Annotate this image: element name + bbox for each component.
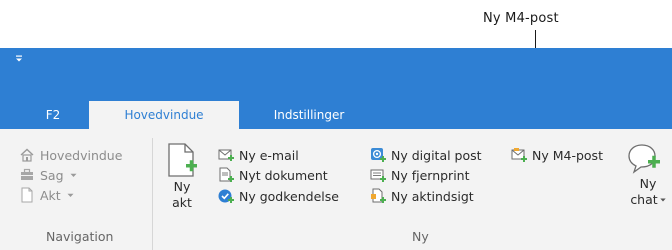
new-approval-label: Ny godkendelse — [239, 188, 339, 204]
new-chat-button[interactable]: Ny chat — [624, 142, 672, 208]
chevron-down-icon — [70, 173, 77, 177]
remote-print-icon — [370, 169, 386, 182]
chevron-down-icon — [67, 193, 74, 197]
document-icon — [21, 187, 33, 203]
email-icon — [218, 149, 234, 161]
approval-icon — [218, 189, 234, 203]
group-separator — [152, 138, 153, 250]
nav-akt-label: Akt — [40, 187, 61, 203]
new-chat-label-line2: chat — [630, 192, 658, 207]
new-digital-post-button[interactable]: Ny digital post — [370, 145, 482, 165]
new-approval-button[interactable]: Ny godkendelse — [218, 186, 339, 206]
m4-post-icon — [511, 148, 527, 162]
new-act-label-line2: akt — [172, 195, 192, 210]
new-act-label-line1: Ny — [173, 179, 191, 194]
home-icon — [20, 148, 34, 162]
nav-sag-label: Sag — [40, 167, 64, 183]
digital-post-icon — [371, 148, 386, 162]
new-access-request-button[interactable]: Ny aktindsigt — [370, 186, 474, 206]
nav-sag-button[interactable]: Sag — [20, 165, 77, 185]
new-chat-label-line2-wrap: chat — [624, 192, 672, 208]
tab-hovedvindue[interactable]: Hovedvindue — [89, 101, 239, 129]
tab-f2[interactable]: F2 — [30, 101, 76, 129]
tab-indstillinger[interactable]: Indstillinger — [253, 101, 365, 129]
new-email-label: Ny e-mail — [239, 147, 299, 163]
new-document-icon — [219, 167, 234, 182]
chat-icon — [628, 144, 660, 174]
new-act-button[interactable]: Ny akt — [162, 142, 202, 211]
callout-label: Ny M4-post — [483, 11, 559, 26]
app-window: Ny M4-post F2 Hovedvindue Indstillinger … — [0, 0, 672, 250]
new-document-button[interactable]: Nyt dokument — [218, 165, 328, 185]
case-icon — [21, 168, 33, 180]
nav-hovedvindue-label: Hovedvindue — [40, 147, 123, 163]
new-digital-post-label: Ny digital post — [391, 147, 482, 163]
new-remote-print-button[interactable]: Ny fjernprint — [370, 165, 470, 185]
group-label-navigation: Navigation — [46, 229, 114, 244]
new-document-label: Nyt dokument — [239, 167, 328, 183]
group-label-ny: Ny — [412, 229, 429, 244]
new-access-request-label: Ny aktindsigt — [391, 188, 474, 204]
new-document-large-icon — [168, 143, 197, 177]
quick-access-dropdown-icon[interactable] — [14, 54, 24, 64]
new-email-button[interactable]: Ny e-mail — [218, 145, 299, 165]
chevron-down-icon — [659, 198, 666, 202]
new-chat-label-line1: Ny — [639, 176, 657, 191]
access-request-icon — [371, 188, 386, 203]
nav-akt-button[interactable]: Akt — [20, 185, 74, 205]
nav-hovedvindue-button[interactable]: Hovedvindue — [20, 145, 122, 165]
new-m4-post-label: Ny M4-post — [532, 147, 603, 163]
new-remote-print-label: Ny fjernprint — [391, 167, 470, 183]
new-m4-post-button[interactable]: Ny M4-post — [511, 145, 603, 165]
